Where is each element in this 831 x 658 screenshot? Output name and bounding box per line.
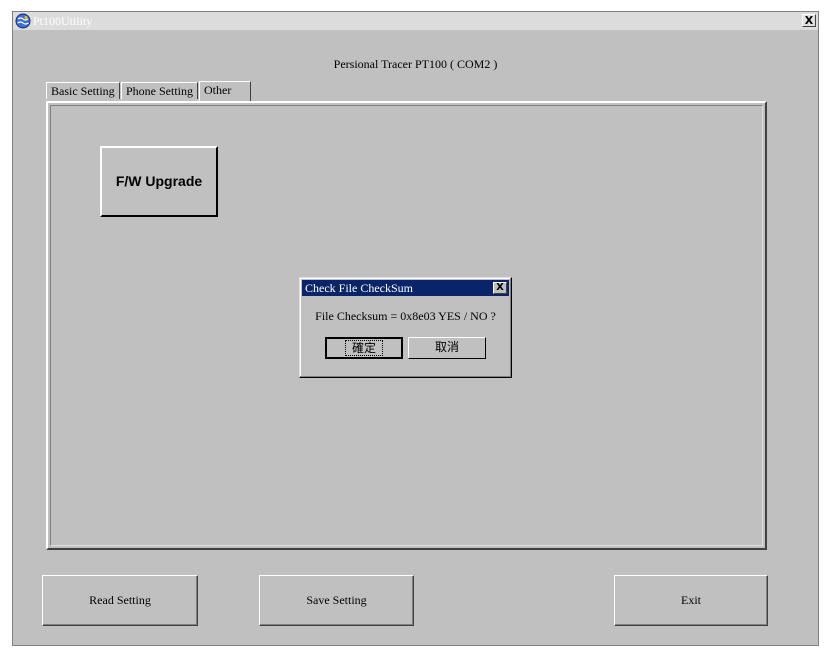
dialog-message: File Checksum = 0x8e03 YES / NO ? xyxy=(315,309,496,323)
exit-button[interactable]: Exit xyxy=(614,575,768,626)
app-window: Pt100Utility X Persional Tracer PT100 ( … xyxy=(12,11,819,646)
window-close-button[interactable]: X xyxy=(802,14,816,27)
tab-basic-setting[interactable]: Basic Setting xyxy=(46,82,120,99)
title-bar[interactable]: Pt100Utility X xyxy=(13,12,818,30)
confirm-button[interactable]: 確定 xyxy=(325,337,403,359)
confirm-button-label: 確定 xyxy=(344,340,384,356)
cancel-button[interactable]: 取消 xyxy=(408,337,486,359)
globe-app-icon xyxy=(15,13,31,29)
device-label: Persional Tracer PT100 ( COM2 ) xyxy=(333,57,498,71)
read-setting-button[interactable]: Read Setting xyxy=(42,575,198,626)
dialog-close-button[interactable]: X xyxy=(493,282,507,294)
dialog-title-bar[interactable]: Check File CheckSum X xyxy=(302,280,509,296)
tab-phone-setting[interactable]: Phone Setting xyxy=(121,82,199,99)
tab-other[interactable]: Other xyxy=(199,81,251,101)
checksum-dialog: Check File CheckSum X File Checksum = 0x… xyxy=(299,277,512,378)
fw-upgrade-button[interactable]: F/W Upgrade xyxy=(100,146,218,217)
save-setting-button[interactable]: Save Setting xyxy=(259,575,414,626)
window-title: Pt100Utility xyxy=(33,14,93,28)
dialog-title: Check File CheckSum xyxy=(305,281,413,295)
